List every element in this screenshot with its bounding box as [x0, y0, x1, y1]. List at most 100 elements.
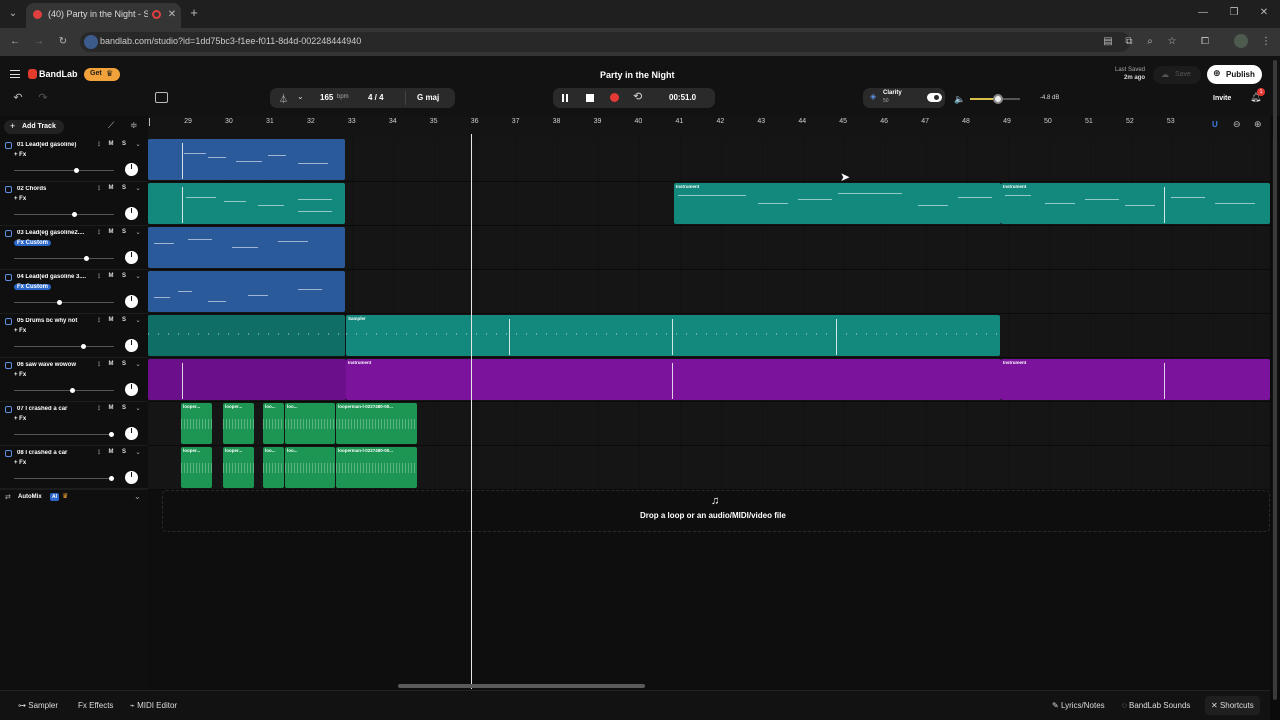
- audio-clip[interactable]: loo...: [263, 403, 284, 444]
- solo-button[interactable]: S: [120, 141, 128, 147]
- track-pan-knob[interactable]: [125, 295, 138, 308]
- track-volume-slider[interactable]: [14, 478, 114, 479]
- back-icon[interactable]: ←: [8, 36, 22, 48]
- clarity-control[interactable]: ◈ Clarity 50: [863, 88, 945, 108]
- track-volume-knob[interactable]: [72, 212, 77, 217]
- track-header[interactable]: 03 Lead(eg gasoline2.... Fx Custom ⋮ M S ⌄: [0, 226, 148, 270]
- wand-icon[interactable]: ⟋: [108, 120, 114, 131]
- reading-mode-icon[interactable]: ▤: [1101, 36, 1115, 48]
- key-value[interactable]: G maj: [417, 93, 439, 102]
- solo-button[interactable]: S: [120, 361, 128, 367]
- drop-zone[interactable]: ♫ Drop a loop or an audio/MIDI/video fil…: [162, 490, 1270, 532]
- chords-clip-3[interactable]: Instrument: [1001, 183, 1270, 224]
- master-volume-slider[interactable]: [970, 94, 1020, 104]
- bandlab-sounds-tab[interactable]: ◌ BandLab Sounds: [1122, 701, 1190, 710]
- extensions-icon[interactable]: ⧠: [1198, 36, 1212, 48]
- close-window-icon[interactable]: ✕: [1257, 7, 1271, 19]
- track-pan-knob[interactable]: [125, 207, 138, 220]
- track-name[interactable]: 03 Lead(eg gasoline2....: [17, 230, 93, 236]
- zoom-in-icon[interactable]: ⊕: [1254, 119, 1262, 130]
- arrangement-area[interactable]: Instrument Instrument Sampler Instrument…: [148, 138, 1270, 690]
- track-pan-knob[interactable]: [125, 163, 138, 176]
- track-more-icon[interactable]: ⋮: [95, 361, 103, 368]
- track-more-icon[interactable]: ⋮: [95, 317, 103, 324]
- chevron-down-icon[interactable]: ⌄: [134, 273, 142, 280]
- mute-button[interactable]: M: [107, 229, 115, 235]
- lead-clip-2[interactable]: [148, 227, 345, 268]
- browser-tab[interactable]: (40) Party in the Night - Stu ✕: [26, 3, 181, 28]
- track-name[interactable]: 02 Chords: [17, 186, 93, 192]
- track-fx-button[interactable]: + Fx: [14, 372, 26, 378]
- track-volume-slider[interactable]: [14, 170, 114, 171]
- record-icon[interactable]: [610, 93, 619, 102]
- track-volume-knob[interactable]: [81, 344, 86, 349]
- solo-button[interactable]: S: [120, 449, 128, 455]
- minimize-icon[interactable]: —: [1196, 7, 1210, 19]
- sampler-tab[interactable]: ⊶ Sampler: [18, 701, 58, 710]
- lead-clip-3[interactable]: [148, 271, 345, 312]
- chevron-down-icon[interactable]: ⌄: [134, 185, 142, 192]
- track-more-icon[interactable]: ⋮: [95, 185, 103, 192]
- track-header[interactable]: 07 I crashed a car + Fx ⋮ M S ⌄: [0, 402, 148, 446]
- solo-button[interactable]: S: [120, 405, 128, 411]
- effects-tab[interactable]: Fx Effects: [78, 701, 113, 710]
- audio-clip[interactable]: looper...: [223, 403, 254, 444]
- track-volume-knob[interactable]: [109, 432, 114, 437]
- chevron-down-icon[interactable]: ⌄: [134, 361, 142, 368]
- track-pan-knob[interactable]: [125, 251, 138, 264]
- audio-clip[interactable]: loo...: [285, 447, 335, 488]
- track-header[interactable]: 06 saw wave wowow + Fx ⋮ M S ⌄: [0, 358, 148, 402]
- save-button[interactable]: ☁ Save: [1153, 66, 1201, 84]
- midi-editor-tab[interactable]: ⌁ MIDI Editor: [130, 701, 177, 710]
- drums-clip-2[interactable]: Sampler: [346, 315, 1000, 356]
- chevron-down-icon[interactable]: ⌄: [134, 492, 141, 501]
- lyrics-notes-tab[interactable]: ✎ Lyrics/Notes: [1052, 701, 1105, 710]
- shortcuts-button[interactable]: ✕ Shortcuts: [1205, 696, 1260, 715]
- solo-button[interactable]: S: [120, 273, 128, 279]
- add-track-button[interactable]: + Add Track: [4, 120, 64, 134]
- zoom-out-icon[interactable]: ⊖: [1233, 119, 1241, 130]
- chevron-down-icon[interactable]: ⌄: [297, 92, 304, 101]
- audio-clip[interactable]: looperman-l-0227480-00...: [336, 447, 417, 488]
- speaker-muted-icon[interactable]: 🔈: [954, 94, 965, 105]
- track-fx-button[interactable]: Fx Custom: [14, 240, 52, 246]
- chords-clip-1[interactable]: [148, 183, 345, 224]
- audio-clip[interactable]: looperman-l-0227480-00...: [336, 403, 417, 444]
- timeline-ruler[interactable]: 29 30 31 32 33 34 35 36 37 38 39 40 41 42 43 44 45 46 47 48…: [148, 116, 1270, 138]
- track-volume-knob[interactable]: [84, 256, 89, 261]
- track-fx-button[interactable]: + Fx: [14, 152, 26, 158]
- track-fx-button[interactable]: + Fx: [14, 328, 26, 334]
- mixer-icon[interactable]: [155, 92, 168, 103]
- browser-menu-icon[interactable]: ⋮: [1259, 36, 1273, 48]
- mute-button[interactable]: M: [107, 185, 115, 191]
- track-more-icon[interactable]: ⋮: [95, 449, 103, 456]
- drums-clip-1[interactable]: [148, 315, 345, 356]
- track-fx-button[interactable]: Fx Custom: [14, 284, 52, 290]
- mute-button[interactable]: M: [107, 141, 115, 147]
- track-header[interactable]: 08 I crashed a car + Fx ⋮ M S ⌄: [0, 446, 148, 490]
- solo-button[interactable]: S: [120, 229, 128, 235]
- menu-icon[interactable]: [10, 70, 20, 78]
- tab-search-icon[interactable]: ⌄: [6, 8, 20, 20]
- publish-button[interactable]: ⊕ Publish: [1207, 65, 1262, 84]
- track-pan-knob[interactable]: [125, 427, 138, 440]
- chords-clip-2[interactable]: Instrument: [674, 183, 1001, 224]
- automix-row[interactable]: ⇄ AutoMix AI ♛ ⌄: [0, 488, 148, 506]
- forward-icon[interactable]: →: [32, 36, 46, 48]
- mute-button[interactable]: M: [107, 273, 115, 279]
- track-volume-slider[interactable]: [14, 214, 114, 215]
- track-more-icon[interactable]: ⋮: [95, 141, 103, 148]
- track-fx-button[interactable]: + Fx: [14, 416, 26, 422]
- project-title[interactable]: Party in the Night: [600, 70, 675, 80]
- saw-clip-1[interactable]: [148, 359, 346, 400]
- track-volume-knob[interactable]: [109, 476, 114, 481]
- track-header[interactable]: 01 Lead(ed gasoline) + Fx ⋮ M S ⌄: [0, 138, 148, 182]
- chevron-down-icon[interactable]: ⌄: [134, 229, 142, 236]
- mute-button[interactable]: M: [107, 405, 115, 411]
- track-header[interactable]: 02 Chords + Fx ⋮ M S ⌄: [0, 182, 148, 226]
- zoom-icon[interactable]: ⌕: [1143, 36, 1157, 48]
- chevron-down-icon[interactable]: ⌄: [134, 449, 142, 456]
- track-volume-slider[interactable]: [14, 302, 114, 303]
- audio-clip[interactable]: looper...: [181, 403, 212, 444]
- track-name[interactable]: 05 Drums bc why not: [17, 318, 93, 324]
